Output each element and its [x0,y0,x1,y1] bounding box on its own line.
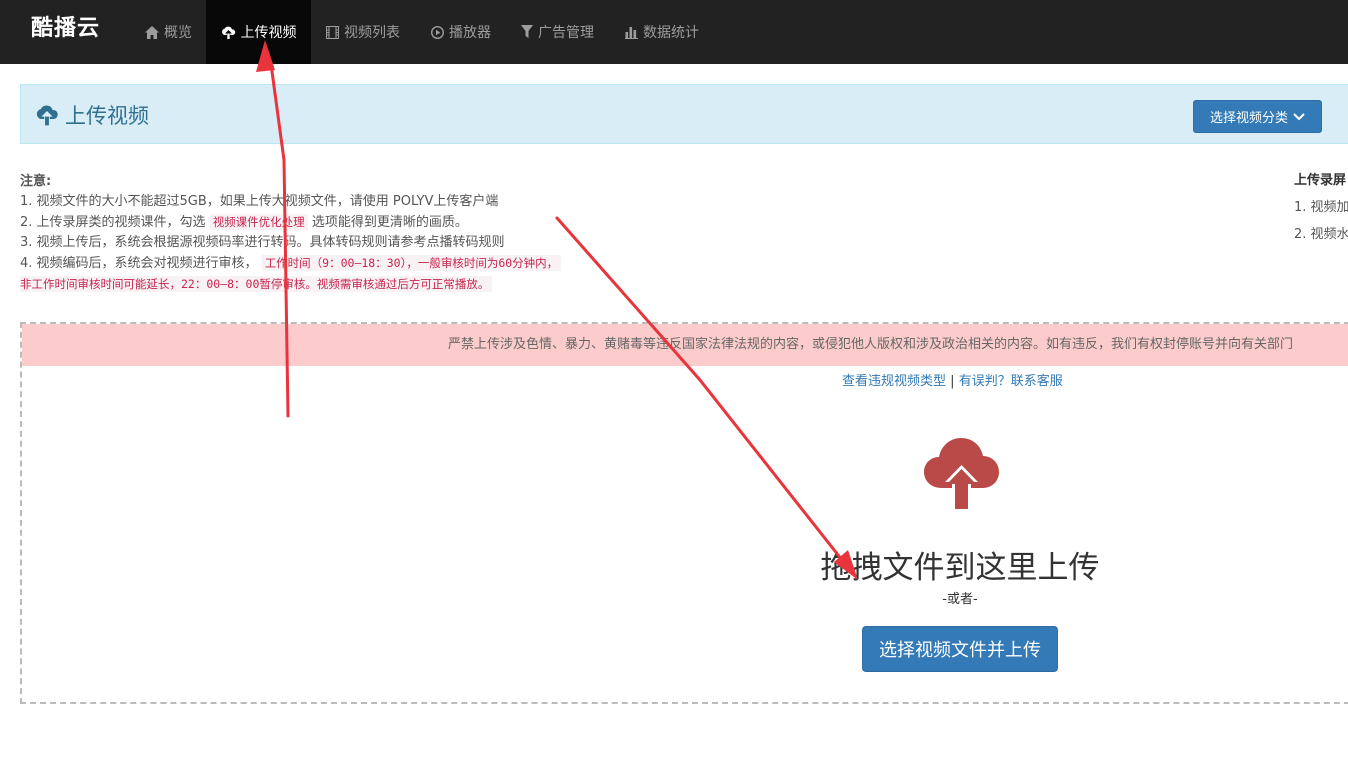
notes-line-1: 1. 视频文件的大小不能超过5GB，如果上传大视频文件，请使用 POLYV上传客… [20,194,499,209]
nav-item-label: 概览 [164,25,192,41]
cloud-upload-icon [221,26,235,39]
upload-drop-zone[interactable]: 严禁上传涉及色情、暴力、黄赌毒等违反国家法律法规的内容，或侵犯他人版权和涉及政治… [20,322,1348,704]
upload-center-column: 拖拽文件到这里上传 -或者- 选择视频文件并上传 [762,324,1158,702]
drag-drop-text: 拖拽文件到这里上传 [820,550,1100,586]
notes-line-2-prefix: 2. 上传录屏类的视频课件，勾选 [20,215,206,230]
choose-video-upload-button[interactable]: 选择视频文件并上传 [862,626,1058,672]
upload-header-panel: 上传视频 选择视频分类 [20,84,1348,144]
brand-logo[interactable]: 酷播云 [31,13,100,45]
nav-item-overview[interactable]: 概览 [145,0,192,64]
play-circle-icon [431,25,444,39]
chevron-down-icon [1293,112,1305,120]
notes-line-4-code: 工作时间（9：00—18：30），一般审核时间为60分钟内， [261,255,562,271]
notes-line-4: 4. 视频编码后，系统会对视频进行审核， 工作时间（9：00—18：30），一般… [20,253,562,274]
filter-icon [521,25,533,38]
or-separator-text: -或者- [942,592,978,607]
nav-item-label: 视频列表 [344,25,400,41]
nav-item-label: 播放器 [449,25,491,41]
notes-line-2: 2. 上传录屏类的视频课件，勾选 视频课件优化处理 选项能得到更清晰的画质。 [20,212,561,233]
side-notes-line-1: 1. 视频加 [1294,200,1348,215]
notes-line-4-prefix: 4. 视频编码后，系统会对视频进行审核， [20,256,258,271]
nav-item-video-list[interactable]: 视频列表 [326,0,400,64]
cloud-upload-icon [36,105,58,126]
notes-line-5-code: 非工作时间审核时间可能延长，22：00—8：00暂停审核。视频需审核通过后方可正… [20,276,493,292]
side-notes: 上传录屏 1. 视频加 2. 视频水 [1294,167,1348,248]
nav-item-upload[interactable]: 上传视频 [206,0,311,64]
side-notes-heading: 上传录屏 [1294,173,1347,188]
notes-line-2-suffix: 选项能得到更清晰的画质。 [311,215,468,230]
notes-line-5: 非工作时间审核时间可能延长，22：00—8：00暂停审核。视频需审核通过后方可正… [20,274,561,295]
notes-line-2-code: 视频课件优化处理 [209,214,308,230]
notes-line-3: 3. 视频上传后，系统会根据源视频码率进行转码。具体转码规则请参考点播转码规则 [20,235,505,250]
select-category-label: 选择视频分类 [1209,111,1288,126]
side-notes-line-2: 2. 视频水 [1294,227,1348,242]
film-icon [326,25,339,39]
nav-item-label: 上传视频 [240,25,297,41]
home-icon [145,25,159,39]
nav-item-label: 数据统计 [643,25,699,41]
upload-notes: 注意: 1. 视频文件的大小不能超过5GB，如果上传大视频文件，请使用 POLY… [20,172,562,295]
bar-chart-icon [625,26,638,39]
page-title: 上传视频 [35,100,149,130]
nav-item-label: 广告管理 [538,25,594,41]
select-category-button[interactable]: 选择视频分类 [1193,100,1322,133]
notes-heading: 注意: [20,174,52,189]
nav-item-stats[interactable]: 数据统计 [625,0,699,64]
nav-item-player[interactable]: 播放器 [431,0,491,64]
top-navbar: 酷播云 概览 上传视频 视频列表 播放器 广告管理 数据统计 [0,0,1348,64]
nav-item-ads[interactable]: 广告管理 [521,0,594,64]
page-title-text: 上传视频 [65,104,149,128]
